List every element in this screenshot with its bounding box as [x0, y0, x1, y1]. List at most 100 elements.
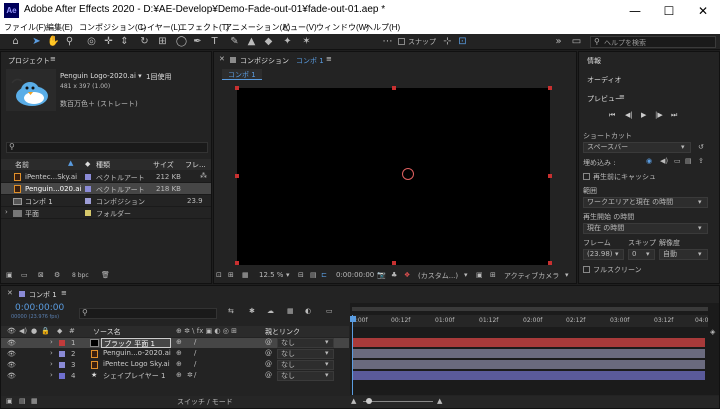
workspace-icon[interactable]: ▭	[570, 35, 583, 48]
bounding-handle[interactable]	[548, 86, 552, 90]
layer-row[interactable]: 👁 › 3 iPentec Logo Sky.ai ⊕ / @ なし ▾	[1, 360, 349, 370]
new-comp-icon[interactable]: ⊠	[38, 271, 44, 279]
last-frame-icon[interactable]: ⏭	[671, 111, 677, 120]
expand-chevron-icon[interactable]: ›	[50, 349, 53, 357]
sort-ascending-icon[interactable]: ▲	[68, 159, 73, 167]
dolly-camera-icon[interactable]: ⇕	[118, 35, 131, 48]
transparency-grid-icon[interactable]: ▤	[310, 271, 317, 279]
timeline-tab[interactable]: コンポ 1	[29, 290, 57, 300]
toggle-modes-icon[interactable]: ▤	[19, 397, 26, 405]
current-timecode[interactable]: 0:00:00:00	[336, 271, 374, 279]
time-ruler[interactable]: 0:00f 00:12f 01:00f 01:12f 02:00f 02:12f…	[352, 315, 708, 327]
dropdown-arrow-icon[interactable]: ▾	[698, 198, 702, 206]
layer-row[interactable]: 👁 › 4 ★ シェイプレイヤー 1 ⊕ ✲ / @ なし ▾	[1, 371, 349, 381]
lock-icon[interactable]	[230, 57, 236, 63]
time-graph[interactable]: 0:00f 00:12f 01:00f 01:12f 02:00f 02:12f…	[350, 303, 719, 395]
toggle-grid-icon[interactable]: ▦	[242, 271, 249, 279]
layer-bar[interactable]	[352, 349, 705, 358]
snap-checkbox[interactable]	[398, 38, 405, 45]
menu-help[interactable]: ヘルプ(H)	[365, 22, 400, 33]
comp-flowchart-icon[interactable]: ⇆	[228, 307, 234, 315]
pickwhip-icon[interactable]: @	[265, 338, 272, 346]
project-row-ipentec[interactable]: iPentec...Sky.ai ベクトルアート 212 KB ⁂	[1, 171, 211, 183]
expand-chevron-icon[interactable]: ›	[50, 371, 53, 379]
bounding-handle[interactable]	[235, 86, 239, 90]
menu-layer[interactable]: レイヤー(L)	[139, 22, 181, 33]
visibility-eye-icon[interactable]: 👁	[7, 339, 16, 347]
menu-window[interactable]: ウィンドウ(W)	[316, 22, 369, 33]
expand-chevron-icon[interactable]: ›	[50, 360, 53, 368]
skip-select[interactable]: 0	[628, 249, 655, 260]
visibility-eye-icon[interactable]: 👁	[7, 361, 16, 369]
cache-checkbox[interactable]	[583, 173, 590, 180]
label-color-swatch[interactable]	[85, 198, 91, 204]
expand-chevron-icon[interactable]: ›	[5, 208, 8, 216]
minimize-button[interactable]: —	[618, 0, 652, 22]
shortcut-select[interactable]: スペースバー	[583, 142, 691, 153]
panel-menu-icon[interactable]: ≡	[326, 55, 332, 63]
selection-tool-icon[interactable]: ➤	[30, 35, 43, 48]
shy-switch-icon[interactable]: ⊕	[176, 338, 182, 346]
audio-tab[interactable]: オーディオ	[587, 75, 622, 85]
range-select[interactable]: ワークエリアと現在 の時間	[583, 197, 708, 208]
quality-switch-icon[interactable]: /	[194, 338, 196, 346]
interpret-footage-icon[interactable]: ▣	[6, 271, 13, 279]
comp-viewer-canvas[interactable]	[237, 88, 550, 265]
pan-camera-icon[interactable]: ✛	[102, 35, 115, 48]
start-select[interactable]: 現在 の時間	[583, 223, 708, 234]
header-type[interactable]: 種類	[96, 160, 110, 170]
close-tab-icon[interactable]: ✕	[219, 55, 225, 63]
anchor-point-icon[interactable]	[402, 168, 414, 180]
shy-layers-icon[interactable]: ☁	[267, 307, 274, 315]
panel-menu-icon[interactable]: ≡	[61, 289, 67, 297]
reset-icon[interactable]: ↺	[698, 143, 704, 151]
project-row-penguin[interactable]: Penguin...020.ai ベクトルアート 218 KB	[1, 183, 211, 195]
workspace-menu-icon[interactable]: »	[552, 35, 565, 48]
dropdown-arrow-icon[interactable]: ▾	[464, 271, 468, 279]
project-search-input[interactable]: ⚲	[6, 142, 208, 153]
label-color-swatch[interactable]	[59, 373, 65, 379]
info-tab[interactable]: 情報	[587, 56, 601, 66]
shy-switch-icon[interactable]: ⊕	[176, 371, 182, 379]
asset-name[interactable]: Penguin Logo-2020.ai ▾	[60, 72, 142, 80]
puppet-tool-icon[interactable]: ✶	[300, 35, 313, 48]
graph-editor-icon[interactable]: ▭	[326, 307, 333, 315]
dropdown-arrow-icon[interactable]: ▾	[565, 271, 569, 279]
next-frame-icon[interactable]: |▶	[655, 111, 663, 119]
audio-toggle-icon[interactable]: ◀)	[660, 157, 668, 165]
layer-row[interactable]: 👁 › 1 ブラック 平面 1 ⊕ / @ なし ▾	[1, 338, 349, 348]
bounding-handle[interactable]	[392, 261, 396, 265]
dropdown-arrow-icon[interactable]: ▾	[325, 349, 329, 357]
dropdown-arrow-icon[interactable]: ▾	[646, 250, 650, 258]
channel-icon[interactable]: ❖	[404, 271, 410, 279]
bounding-handle[interactable]	[548, 261, 552, 265]
menu-file[interactable]: ファイル(F)	[4, 22, 46, 33]
show-snapshot-icon[interactable]: ♣	[391, 271, 397, 279]
quality-switch-icon[interactable]: /	[194, 349, 196, 357]
playhead-handle[interactable]	[350, 316, 356, 322]
hand-tool-icon[interactable]: ✋	[47, 35, 60, 48]
bounding-handle[interactable]	[235, 174, 239, 178]
project-row-comp[interactable]: コンポ 1 コンポジション 23.9	[1, 195, 211, 207]
project-tab[interactable]: プロジェクト	[8, 56, 50, 66]
panel-menu-icon[interactable]: ≡	[619, 93, 625, 101]
bounding-handle[interactable]	[392, 86, 396, 90]
brush-tool-icon[interactable]: ✎	[228, 35, 241, 48]
aspect-toggle-icon[interactable]: ⊟	[298, 271, 304, 279]
view-mode-select[interactable]: (カスタム...)	[418, 271, 458, 281]
camera-select[interactable]: アクティブカメラ	[504, 271, 559, 281]
toggle-switches-icon[interactable]: ▣	[6, 397, 13, 405]
zoom-slider-thumb[interactable]	[366, 398, 372, 404]
region-of-interest-icon[interactable]: ▣	[476, 271, 483, 279]
composition-tab[interactable]: コンポジション	[240, 56, 289, 66]
layer-bar[interactable]	[352, 360, 705, 369]
play-icon[interactable]: ▶	[641, 111, 646, 119]
orbit-camera-icon[interactable]: ◎	[85, 35, 98, 48]
motion-blur-icon[interactable]: ◐	[305, 307, 311, 315]
menu-composition[interactable]: コンポジション(C)	[79, 22, 146, 33]
pickwhip-icon[interactable]: @	[265, 360, 272, 368]
layer-row[interactable]: 👁 › 2 Penguin...o-2020.ai ⊕ / @ なし ▾	[1, 349, 349, 359]
dropdown-arrow-icon[interactable]: ▾	[325, 371, 329, 379]
label-color-swatch[interactable]	[59, 362, 65, 368]
bounding-handle[interactable]	[235, 261, 239, 265]
